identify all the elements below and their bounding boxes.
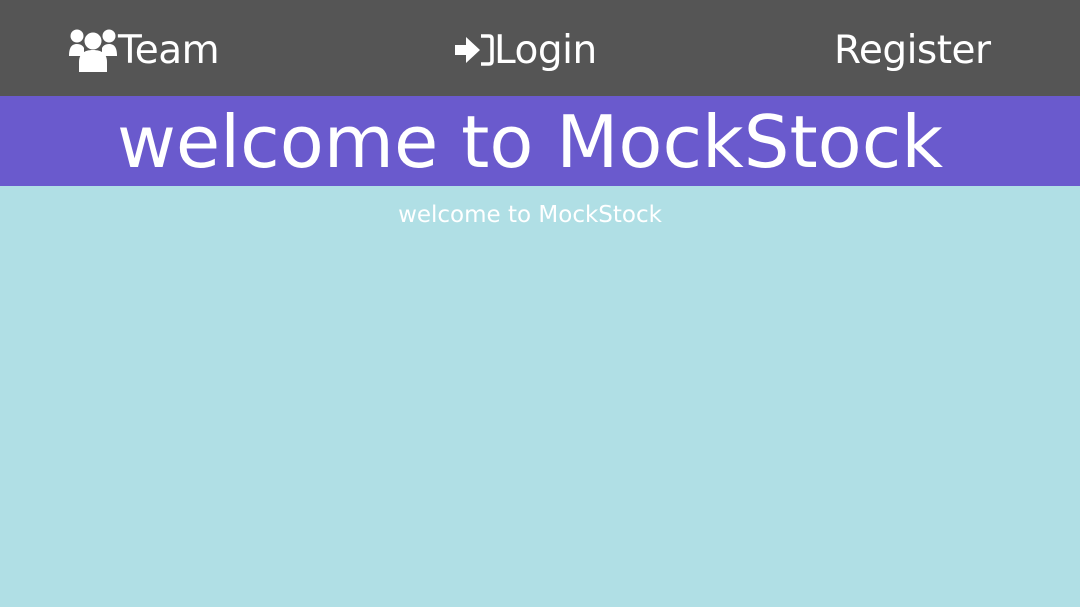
team-link[interactable]: Team <box>68 24 220 76</box>
welcome-subtitle: welcome to MockStock <box>398 202 662 228</box>
login-label: Login <box>494 27 597 73</box>
register-label: Register <box>834 27 991 73</box>
banner-title: welcome to MockStock <box>116 100 944 184</box>
users-icon <box>68 27 118 73</box>
top-navbar: Team Login Register <box>0 0 1080 96</box>
register-link[interactable]: Register <box>834 24 991 76</box>
team-label: Team <box>118 27 220 73</box>
welcome-banner: welcome to MockStock <box>0 96 1080 186</box>
sign-in-icon <box>454 33 494 67</box>
login-link[interactable]: Login <box>454 24 597 76</box>
